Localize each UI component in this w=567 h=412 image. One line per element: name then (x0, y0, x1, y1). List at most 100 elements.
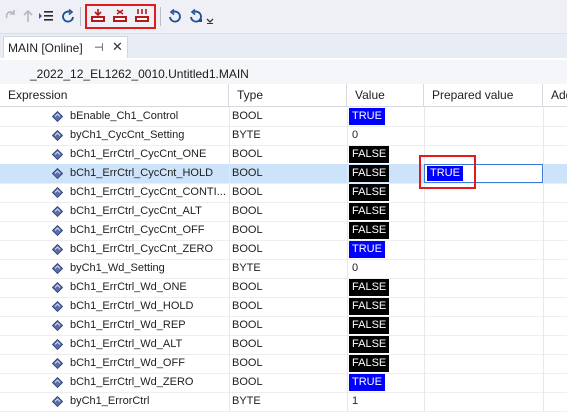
value-badge: 1 (352, 395, 359, 407)
table-row[interactable]: bCh1_ErrCtrl_CycCnt_ONE BOOL FALSE (0, 145, 567, 165)
value-cell: FALSE (349, 297, 425, 316)
variable-icon (52, 339, 63, 350)
variable-icon (52, 130, 63, 141)
column-divider (347, 354, 348, 373)
type-cell: BOOL (232, 338, 263, 350)
value-cell: FALSE (349, 316, 425, 335)
column-divider (543, 373, 544, 392)
table-row[interactable]: bCh1_ErrCtrl_Wd_ALT BOOL FALSE (0, 335, 567, 355)
type-cell: BOOL (232, 319, 263, 331)
table-row[interactable]: bCh1_ErrCtrl_Wd_OFF BOOL FALSE (0, 354, 567, 374)
column-divider (543, 164, 544, 183)
column-divider (543, 221, 544, 240)
reset-cold-icon[interactable] (187, 8, 203, 24)
variable-icon (52, 225, 63, 236)
expression-cell: bCh1_ErrCtrl_CycCnt_HOLD (70, 167, 214, 179)
column-header-address[interactable]: Add (543, 84, 567, 106)
pin-icon[interactable]: ⊣ (94, 41, 104, 54)
table-row[interactable]: bCh1_ErrCtrl_CycCnt_HOLD BOOL FALSE TRUE (0, 164, 567, 184)
column-header-prepared-value[interactable]: Prepared value (424, 84, 543, 106)
type-cell: BOOL (232, 186, 263, 198)
column-divider (347, 145, 348, 164)
refresh-icon[interactable] (60, 8, 76, 24)
variable-icon (52, 263, 63, 274)
type-cell: BOOL (232, 167, 263, 179)
expression-cell: bCh1_ErrCtrl_CycCnt_ALT (70, 205, 202, 217)
variable-icon (52, 168, 63, 179)
column-divider (347, 259, 348, 278)
column-divider (347, 297, 348, 316)
arrow-up-icon[interactable] (20, 8, 36, 24)
expression-cell: byCh1_Wd_Setting (70, 262, 165, 274)
instance-path-header: _2022_12_EL1262_0010.Untitled1.MAIN (0, 58, 567, 85)
table-row[interactable]: bCh1_ErrCtrl_CycCnt_ALT BOOL FALSE (0, 202, 567, 222)
column-divider (229, 145, 230, 164)
column-divider (347, 240, 348, 259)
column-header-row: Expression Type Value Prepared value Add (0, 84, 567, 107)
column-divider (543, 392, 544, 411)
expression-cell: bCh1_ErrCtrl_CycCnt_ONE (70, 148, 207, 160)
variable-icon (52, 396, 63, 407)
expression-cell: bEnable_Ch1_Control (70, 110, 179, 122)
column-divider (229, 373, 230, 392)
tab-main-online[interactable]: MAIN [Online] ⊣ ✕ (3, 36, 128, 58)
overflow-chevron-icon[interactable] (205, 12, 215, 28)
value-badge: FALSE (349, 222, 390, 239)
variable-icon (52, 244, 63, 255)
table-row[interactable]: byCh1_ErrorCtrl BYTE 1 (0, 392, 567, 412)
value-badge: TRUE (349, 108, 385, 125)
value-cell: FALSE (349, 354, 425, 373)
column-divider (229, 392, 230, 411)
redo-icon[interactable] (3, 8, 19, 24)
column-header-type[interactable]: Type (229, 84, 347, 106)
table-row[interactable]: bEnable_Ch1_Control BOOL TRUE (0, 107, 567, 127)
value-badge: FALSE (349, 317, 390, 334)
reset-icon[interactable] (166, 8, 182, 24)
column-divider (347, 164, 348, 183)
table-row[interactable]: byCh1_CycCnt_Setting BYTE 0 (0, 126, 567, 146)
toolbar-separator (80, 7, 81, 26)
variable-icon (52, 377, 63, 388)
type-cell: BYTE (232, 129, 261, 141)
table-row[interactable]: bCh1_ErrCtrl_Wd_HOLD BOOL FALSE (0, 297, 567, 317)
close-icon[interactable]: ✕ (112, 39, 123, 55)
expression-cell: bCh1_ErrCtrl_Wd_OFF (70, 357, 185, 369)
value-cell: FALSE (349, 145, 425, 164)
column-divider (543, 145, 544, 164)
variable-icon (52, 320, 63, 331)
column-divider (229, 354, 230, 373)
table-row[interactable]: bCh1_ErrCtrl_Wd_REP BOOL FALSE (0, 316, 567, 336)
column-divider (229, 183, 230, 202)
expression-cell: bCh1_ErrCtrl_Wd_REP (70, 319, 186, 331)
table-row[interactable]: byCh1_Wd_Setting BYTE 0 (0, 259, 567, 279)
column-divider (347, 221, 348, 240)
list-indent-icon[interactable] (38, 8, 54, 24)
type-cell: BYTE (232, 262, 261, 274)
column-divider (229, 316, 230, 335)
tab-title: MAIN [Online] (8, 41, 83, 55)
variable-icon (52, 149, 63, 160)
table-row[interactable]: bCh1_ErrCtrl_CycCnt_OFF BOOL FALSE (0, 221, 567, 241)
tab-strip: MAIN [Online] ⊣ ✕ (0, 34, 567, 58)
variable-icon (52, 206, 63, 217)
column-header-expression[interactable]: Expression (0, 84, 229, 106)
value-badge: FALSE (349, 336, 390, 353)
expression-cell: bCh1_ErrCtrl_CycCnt_OFF (70, 224, 205, 236)
table-row[interactable]: bCh1_ErrCtrl_CycCnt_CONTI... BOOL FALSE (0, 183, 567, 203)
value-cell: TRUE (349, 107, 425, 126)
type-cell: BOOL (232, 357, 263, 369)
column-divider (543, 354, 544, 373)
value-cell: TRUE (349, 373, 425, 392)
column-divider (347, 183, 348, 202)
type-cell: BOOL (232, 281, 263, 293)
table-row[interactable]: bCh1_ErrCtrl_CycCnt_ZERO BOOL TRUE (0, 240, 567, 260)
table-row[interactable]: bCh1_ErrCtrl_Wd_ZERO BOOL TRUE (0, 373, 567, 393)
table-row[interactable]: bCh1_ErrCtrl_Wd_ONE BOOL FALSE (0, 278, 567, 298)
type-cell: BOOL (232, 110, 263, 122)
value-badge: FALSE (349, 298, 390, 315)
type-cell: BOOL (232, 224, 263, 236)
type-cell: BOOL (232, 148, 263, 160)
column-header-value[interactable]: Value (347, 84, 424, 106)
value-cell: FALSE (349, 183, 425, 202)
value-badge: 0 (352, 129, 359, 141)
